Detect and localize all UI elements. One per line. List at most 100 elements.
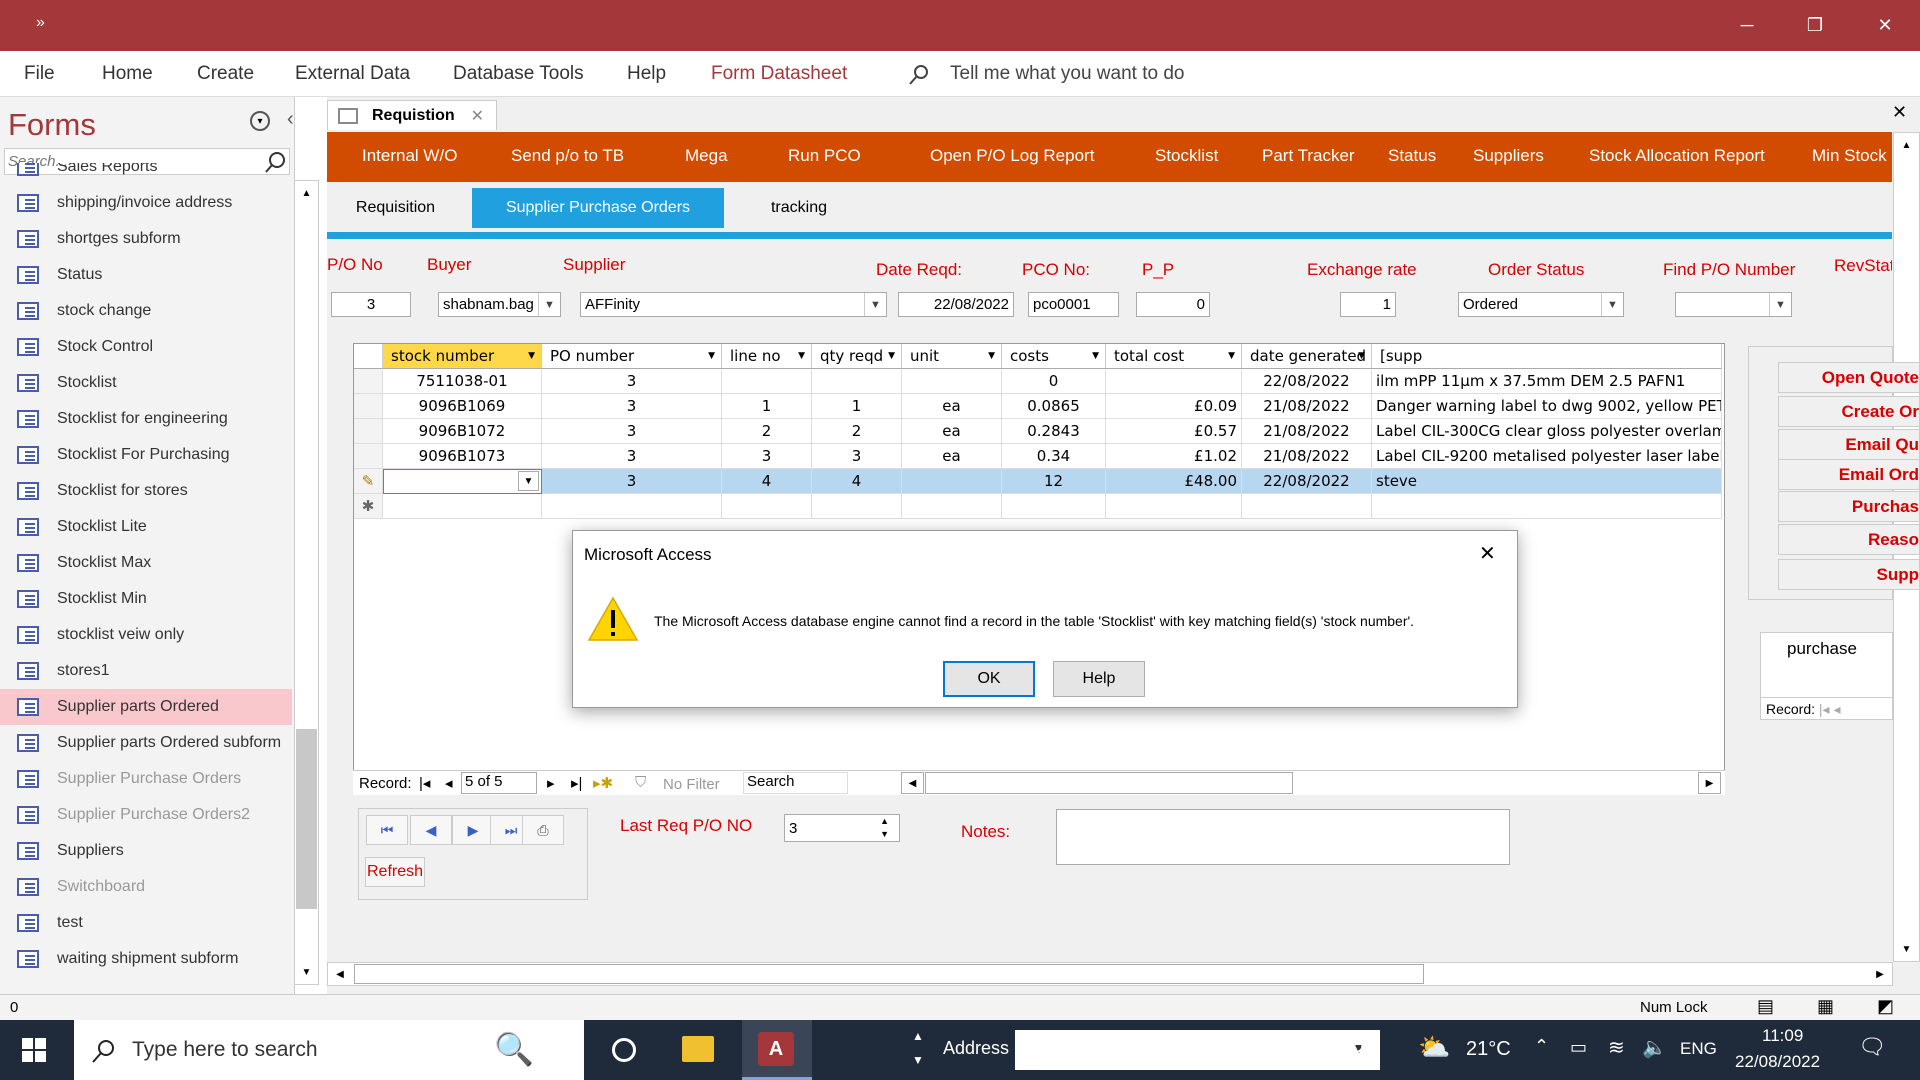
grid-cell[interactable] <box>1106 494 1242 519</box>
nav-item[interactable]: stores1 <box>0 653 292 689</box>
tab-form-datasheet[interactable]: Form Datasheet <box>711 63 847 85</box>
prev-record-button[interactable]: ◀ <box>410 815 452 845</box>
grid-cell[interactable] <box>812 494 902 519</box>
file-explorer-icon[interactable] <box>682 1036 714 1062</box>
grid-cell[interactable]: 0.2843 <box>1002 419 1106 444</box>
nav-item[interactable]: Switchboard <box>0 869 292 905</box>
grid-cell[interactable] <box>1242 494 1372 519</box>
pp-field[interactable]: 0 <box>1136 292 1210 317</box>
grid-cell[interactable]: 2 <box>722 419 812 444</box>
grid-cell[interactable]: ea <box>902 419 1002 444</box>
nav-item[interactable]: Supplier Purchase Orders2 <box>0 797 292 833</box>
grid-cell[interactable]: 3 <box>812 444 902 469</box>
nav-item[interactable]: Stocklist for engineering <box>0 401 292 437</box>
nav-item[interactable]: Supplier Purchase Orders <box>0 761 292 797</box>
grid-cell[interactable]: 9096B1069 <box>383 394 542 419</box>
notes-field[interactable] <box>1056 809 1510 865</box>
grid-cell[interactable]: 21/08/2022 <box>1242 419 1372 444</box>
volume-icon[interactable]: 🔈 <box>1642 1035 1667 1060</box>
form-view-icon[interactable]: ▤ <box>1757 996 1774 1017</box>
weather-icon[interactable]: ⛅ <box>1418 1032 1450 1063</box>
grid-cell[interactable] <box>902 469 1002 494</box>
first-record-icon[interactable]: |◂ ◂ <box>1819 701 1841 717</box>
notifications-icon[interactable]: 🗨 <box>1858 1034 1886 1060</box>
clock-date[interactable]: 22/08/2022 <box>1735 1052 1820 1072</box>
tray-overflow-icon[interactable]: ⌃ <box>1534 1036 1549 1057</box>
date-reqd-field[interactable]: 22/08/2022 <box>898 292 1014 317</box>
grid-cell[interactable]: 1 <box>722 394 812 419</box>
column-header[interactable]: PO number ▼ <box>542 344 722 369</box>
grid-cell[interactable] <box>722 494 812 519</box>
clock-time[interactable]: 11:09 <box>1762 1026 1803 1046</box>
side-action-button[interactable]: Create Or <box>1778 396 1920 427</box>
nav-item[interactable]: shortges subform <box>0 221 292 257</box>
grid-cell[interactable]: 12 <box>1002 469 1106 494</box>
next-record-button[interactable]: ▶ <box>452 815 494 845</box>
nav-item[interactable]: stocklist veiw only <box>0 617 292 653</box>
collapse-pane-icon[interactable]: ‹ <box>287 108 294 131</box>
nav-item[interactable]: Stocklist Lite <box>0 509 292 545</box>
sort-filter-icon[interactable]: ▼ <box>1358 351 1365 361</box>
buyer-field[interactable]: shabnam.bag ▼ <box>438 292 561 317</box>
grid-cell[interactable]: 3 <box>542 369 722 394</box>
nav-item[interactable]: Stocklist Max <box>0 545 292 581</box>
column-header[interactable]: [supp <box>1372 344 1722 369</box>
tab-requisition[interactable]: Requisition <box>337 188 454 228</box>
chevron-down-icon[interactable]: ▼ <box>538 293 560 316</box>
form-hscrollbar[interactable]: ◀ ▶ <box>327 962 1893 986</box>
side-action-button[interactable]: Open Quote <box>1778 362 1920 393</box>
grid-cell[interactable]: Label CIL-9200 metalised polyester laser… <box>1372 444 1722 469</box>
grid-cell[interactable]: 22/08/2022 <box>1242 469 1372 494</box>
new-record-icon[interactable]: ▸✱ <box>593 774 613 792</box>
grid-cell[interactable] <box>902 494 1002 519</box>
grid-cell[interactable]: 4 <box>722 469 812 494</box>
nav-item[interactable]: Sales Reports <box>0 163 292 185</box>
nav-item[interactable]: shipping/invoice address <box>0 185 292 221</box>
tab-supplier-purchase-orders[interactable]: Supplier Purchase Orders <box>472 188 724 228</box>
grid-cell[interactable]: 21/08/2022 <box>1242 444 1372 469</box>
first-record-icon[interactable]: |◂ <box>419 774 430 792</box>
nav-item[interactable]: Stocklist <box>0 365 292 401</box>
nav-scrollbar[interactable]: ▲ ▼ <box>294 180 319 985</box>
grid-cell[interactable]: 0.0865 <box>1002 394 1106 419</box>
help-button[interactable]: Help <box>1053 661 1145 697</box>
datasheet-search-field[interactable]: Search <box>743 772 848 794</box>
nav-item[interactable]: test <box>0 905 292 941</box>
nav-menu-chevron-icon[interactable]: ▾ <box>250 111 270 131</box>
column-header[interactable]: date generated ▼ <box>1242 344 1372 369</box>
grid-cell[interactable]: £0.09 <box>1106 394 1242 419</box>
tab-help[interactable]: Help <box>627 63 666 85</box>
grid-cell[interactable]: Danger warning label to dwg 9002, yellow… <box>1372 394 1722 419</box>
grid-cell[interactable]: 9096B1072 <box>383 419 542 444</box>
internal-wo-button[interactable]: Internal W/O <box>362 146 457 166</box>
column-header[interactable]: qty reqd ▼ <box>812 344 902 369</box>
send-po-to-tb-button[interactable]: Send p/o to TB <box>511 146 624 166</box>
grid-cell[interactable] <box>722 369 812 394</box>
last-record-icon[interactable]: ▸| <box>571 774 582 792</box>
nav-item[interactable]: stock change <box>0 293 292 329</box>
tab-tracking[interactable]: tracking <box>728 188 870 228</box>
taskbar-access-app[interactable]: A <box>742 1020 812 1080</box>
quick-access-icon[interactable]: » <box>36 14 45 32</box>
side-action-button[interactable]: Email Qu <box>1778 429 1920 460</box>
grid-cell[interactable]: ea <box>902 394 1002 419</box>
grid-cell[interactable]: Label CIL-300CG clear gloss polyester ov… <box>1372 419 1722 444</box>
select-all-corner[interactable] <box>354 344 383 369</box>
grid-cell[interactable] <box>1372 494 1722 519</box>
sort-filter-icon[interactable]: ▼ <box>1092 351 1099 361</box>
nav-scroll-thumb[interactable] <box>296 729 317 909</box>
tab-file[interactable]: File <box>24 63 55 85</box>
nav-item[interactable]: Supplier parts Ordered subform <box>0 725 292 761</box>
part-tracker-button[interactable]: Part Tracker <box>1262 146 1355 166</box>
go-refresh-icon[interactable]: ↻ <box>1347 1034 1365 1060</box>
column-header[interactable]: unit ▼ <box>902 344 1002 369</box>
grid-hscroll-thumb[interactable] <box>925 772 1293 794</box>
grid-cell[interactable]: 3 <box>722 444 812 469</box>
cortana-icon[interactable] <box>612 1038 636 1062</box>
nav-item[interactable]: Stocklist for stores <box>0 473 292 509</box>
grid-cell[interactable]: 22/08/2022 <box>1242 369 1372 394</box>
grid-cell[interactable] <box>542 494 722 519</box>
grid-cell[interactable]: 21/08/2022 <box>1242 394 1372 419</box>
next-record-icon[interactable]: ▸ <box>547 774 555 792</box>
grid-cell[interactable]: 3 <box>542 469 722 494</box>
